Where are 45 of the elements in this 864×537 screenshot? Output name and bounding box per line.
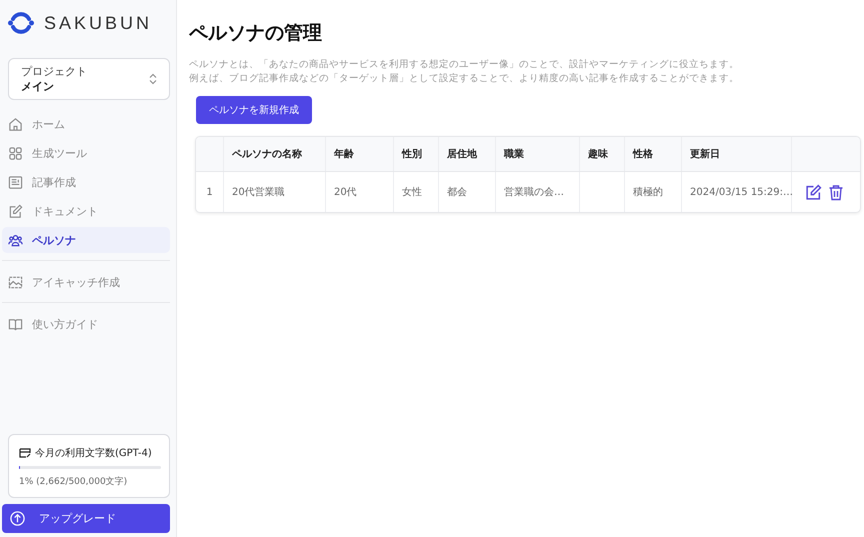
table-cell-text: 20代営業職: [232, 186, 285, 199]
create-persona-button[interactable]: ペルソナを新規作成: [196, 96, 312, 124]
brand-name: SAKUBUN: [44, 12, 152, 34]
column-header: ペルソナの名称: [232, 148, 302, 161]
table-cell-text: 営業職の会…: [504, 186, 564, 199]
grid-icon: [8, 146, 23, 160]
nav-item[interactable]: ホーム: [2, 111, 170, 137]
column-header: 性格: [633, 148, 653, 161]
column-header: 趣味: [588, 148, 608, 161]
nav-item[interactable]: 生成ツール: [2, 140, 170, 166]
nav-item[interactable]: 記事作成: [2, 169, 170, 195]
table-cell-text: 20代: [334, 186, 357, 199]
edit-icon[interactable]: [805, 184, 822, 200]
people-icon: [8, 232, 23, 248]
home-icon: [8, 116, 23, 132]
description-text: ペルソナとは、「あなたの商品やサービスを利用する想定のユーザー像」のことで、設計やマーケティングに役立ちます。: [189, 58, 740, 72]
table-cell-text: 積極的: [633, 186, 663, 199]
nav-item[interactable]: ドキュメント: [2, 198, 170, 224]
nav-item[interactable]: ペルソナ: [2, 227, 170, 253]
nav-item[interactable]: アイキャッチ作成: [2, 269, 170, 295]
article-icon: [8, 174, 23, 190]
arrow-up-circle-icon: [10, 511, 25, 526]
usage-reading: 1% (2,662/500,000文字): [19, 476, 128, 488]
usage-title: 今月の利用文字数(GPT-4): [35, 446, 152, 460]
image-icon: [8, 274, 23, 290]
column-header: 職業: [504, 148, 524, 161]
page-title: ペルソナの管理: [189, 21, 323, 46]
project-selector[interactable]: プロジェクト メイン: [8, 58, 170, 100]
upgrade-button[interactable]: アップグレード: [2, 504, 170, 533]
description-text: 例えば、ブログ記事作成などの「ターゲット層」として設定することで、より精度の高い記事を作成することができます。: [189, 72, 740, 86]
table-cell-text: 都会: [447, 186, 467, 199]
logo-icon: [8, 10, 34, 36]
column-header: 更新日: [690, 147, 720, 161]
nav-item[interactable]: 使い方ガイド: [2, 311, 170, 337]
book-icon: [8, 316, 23, 332]
column-header: 性別: [402, 148, 422, 161]
row-number: 1: [206, 186, 213, 198]
card-icon: [19, 448, 31, 458]
delete-icon[interactable]: [828, 184, 844, 200]
table-cell: 2024/03/15 15:29:…: [690, 186, 794, 198]
table-cell-text: 女性: [402, 186, 422, 199]
column-header: 年齢: [334, 148, 354, 161]
pencil-icon: [8, 204, 23, 218]
chevron-updown-icon: [149, 73, 157, 85]
column-header: 居住地: [447, 148, 477, 161]
